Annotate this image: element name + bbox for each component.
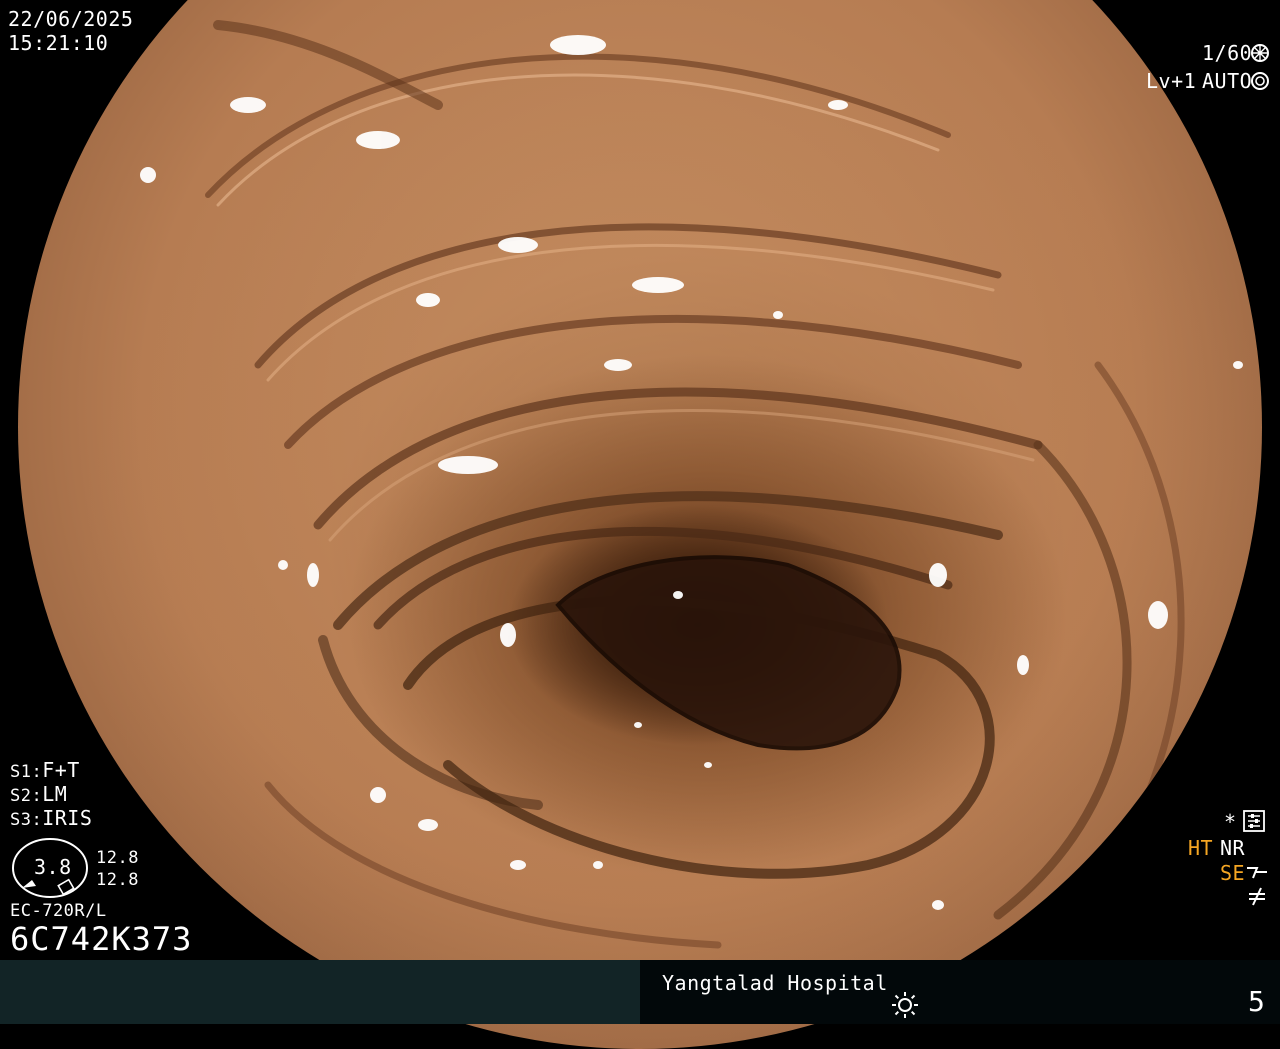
s1-value: F+T [42, 758, 80, 782]
shutter-text: 1/60 [1202, 41, 1253, 65]
s3-label: S3: [10, 810, 43, 830]
s3-value: IRIS [42, 806, 93, 830]
level-text: Lv+1 [1146, 69, 1197, 93]
setting-s1: S1:F+T [10, 758, 92, 782]
settings-list: S1:F+T S2:LM S3:IRIS [10, 758, 92, 830]
scope-model: EC-720R/L [10, 901, 107, 921]
auto-iris-icon [1250, 71, 1270, 95]
structure-enhance-icon [1245, 862, 1269, 886]
hospital-name: Yangtalad Hospital [662, 971, 888, 995]
mode-text: AUTO [1202, 69, 1253, 93]
gauge: 3.8 [10, 838, 94, 902]
settings-panel-icon [1243, 810, 1265, 836]
time-text: 15:21:10 [8, 31, 109, 55]
shutter-readout: 1/60 [1202, 41, 1252, 65]
level-readout: Lv+1 [1146, 69, 1196, 93]
ht-indicator: HT [1188, 836, 1214, 860]
sun-icon [890, 990, 920, 1024]
scope-serial: 6C742K373 [10, 920, 193, 958]
s1-label: S1: [10, 762, 43, 782]
setting-s3: S3:IRIS [10, 806, 92, 830]
endoscope-image [18, 0, 1262, 1049]
aperture-icon [1250, 43, 1270, 67]
frame-number: 5 [1248, 985, 1265, 1018]
nr-indicator: NR [1220, 836, 1246, 860]
date-time: 22/06/2025 15:21:10 [8, 7, 133, 55]
bottom-bar-left [0, 960, 640, 1024]
not-equal-icon [1246, 886, 1268, 910]
gauge-upper: 12.8 [96, 848, 139, 868]
gauge-lower: 12.8 [96, 870, 139, 890]
setting-s2: S2:LM [10, 782, 92, 806]
mucosal-folds [140, 20, 1243, 949]
s2-value: LM [42, 782, 68, 806]
bottom-bar-right: Yangtalad Hospital 5 [640, 960, 1280, 1024]
gauge-value: 3.8 [34, 855, 72, 879]
date-text: 22/06/2025 [8, 7, 134, 31]
s2-label: S2: [10, 786, 43, 806]
se-indicator: SE [1220, 861, 1246, 885]
mode-readout: AUTO [1202, 69, 1252, 93]
star-indicator: * [1224, 810, 1237, 834]
